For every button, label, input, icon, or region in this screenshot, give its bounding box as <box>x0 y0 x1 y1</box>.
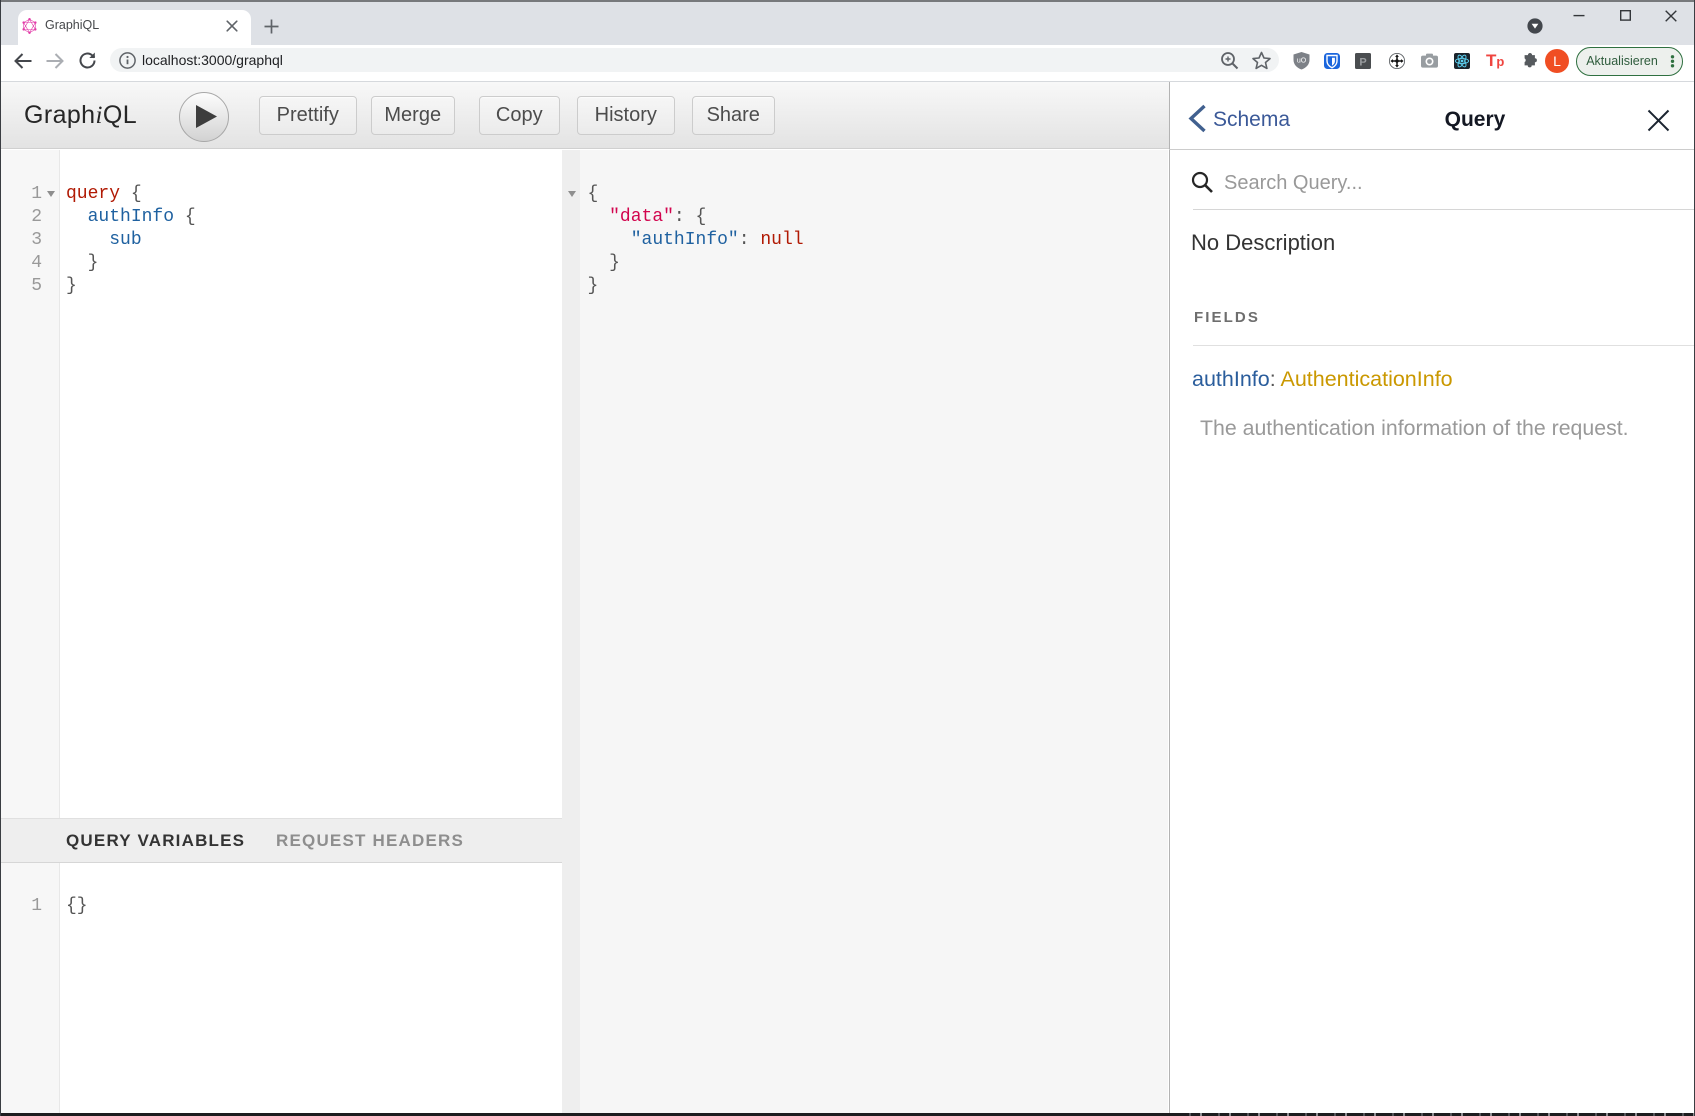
svg-text:uO: uO <box>1297 58 1307 65</box>
svg-text:P: P <box>1359 56 1366 68</box>
